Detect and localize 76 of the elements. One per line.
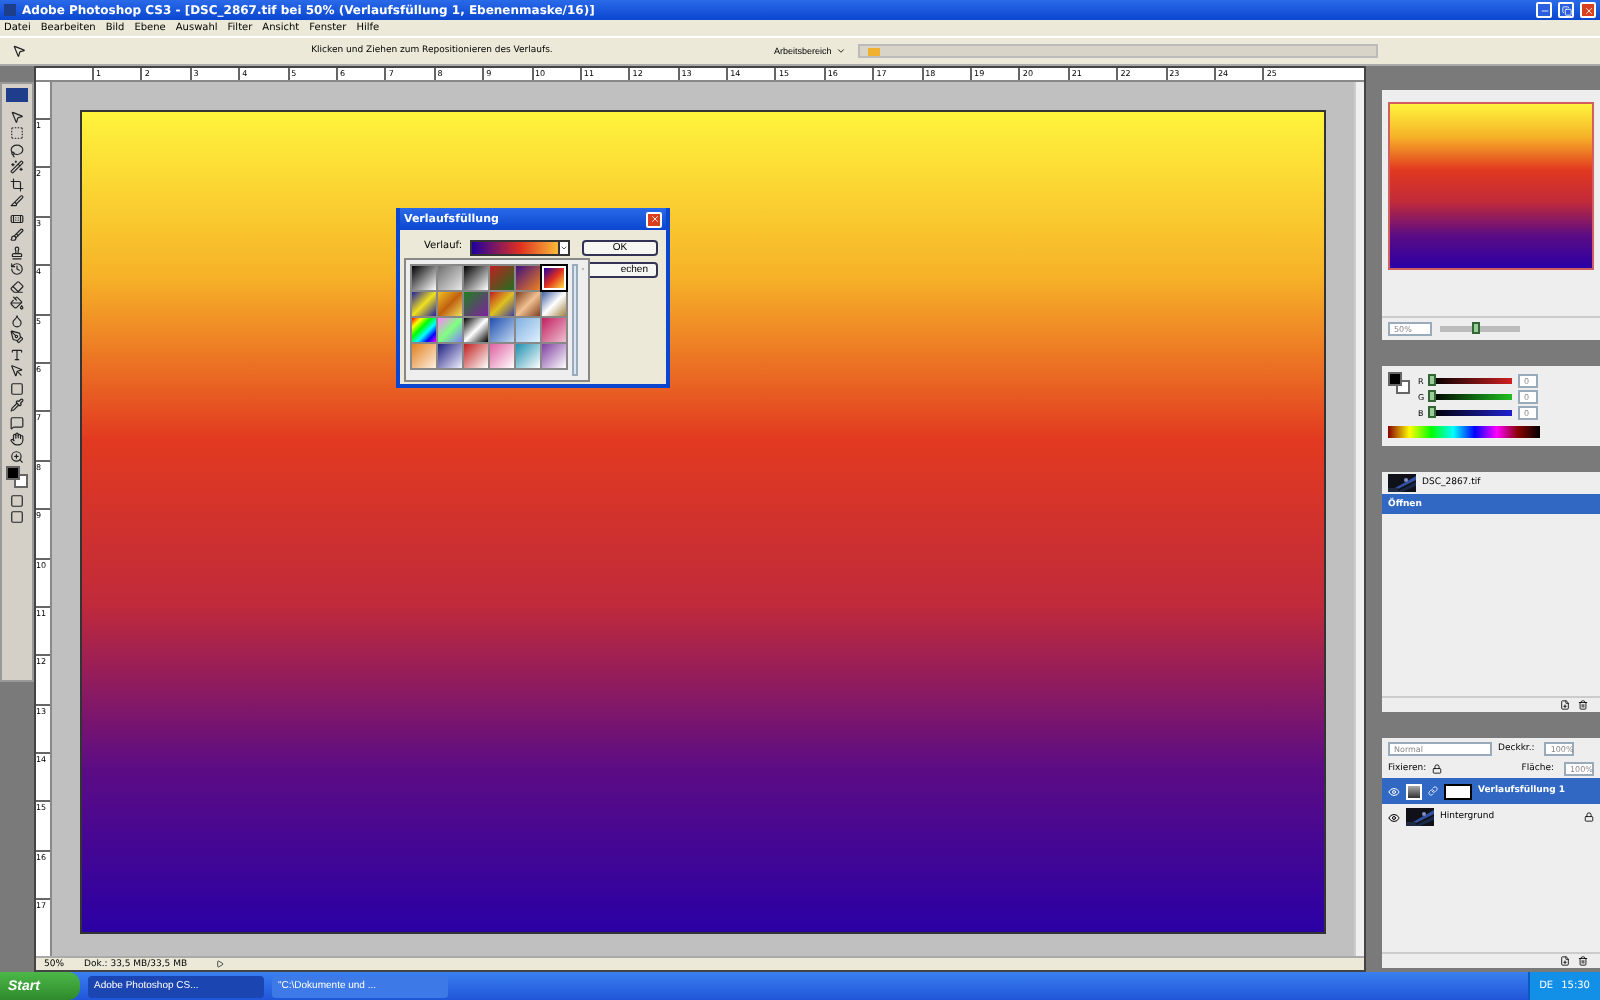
trash-icon[interactable]	[1578, 700, 1588, 710]
gradient-swatch[interactable]	[542, 266, 566, 290]
gradient-swatch[interactable]	[516, 292, 540, 316]
eye-icon[interactable]	[1388, 811, 1400, 823]
gradient-swatch[interactable]	[464, 266, 488, 290]
gradient-swatch[interactable]	[490, 292, 514, 316]
gradient-swatch[interactable]	[516, 344, 540, 368]
play-icon[interactable]	[216, 960, 224, 968]
note-icon[interactable]	[10, 415, 24, 429]
gradient-swatch[interactable]	[464, 344, 488, 368]
stamp-icon[interactable]	[10, 245, 24, 259]
minimize-icon	[1539, 5, 1549, 15]
move-icon[interactable]	[10, 109, 24, 123]
gradient-swatch[interactable]	[412, 292, 436, 316]
gradient-swatch[interactable]	[412, 344, 436, 368]
lock-icon[interactable]	[1432, 763, 1443, 773]
color-swatches-icon[interactable]	[5, 466, 29, 490]
paint-bucket-icon[interactable]	[10, 296, 24, 310]
brush-icon[interactable]	[10, 228, 24, 242]
pointer-icon[interactable]	[10, 364, 24, 378]
bandage-icon[interactable]	[10, 211, 24, 225]
screen-mode-icon[interactable]	[10, 510, 24, 524]
scrollbar[interactable]	[572, 264, 578, 376]
history-brush-icon[interactable]	[10, 262, 24, 276]
caret-icon	[835, 46, 846, 56]
link-icon[interactable]	[1428, 786, 1438, 796]
zoom-icon[interactable]	[10, 449, 24, 463]
hand-icon[interactable]	[10, 432, 24, 446]
move-icon[interactable]	[12, 44, 26, 58]
new-layer-icon[interactable]	[1560, 956, 1570, 966]
slice-icon[interactable]	[10, 194, 24, 208]
gradient-swatch[interactable]	[412, 266, 436, 290]
type-icon[interactable]	[10, 347, 24, 361]
zoom-slider-thumb[interactable]	[1472, 322, 1480, 334]
gradient-swatch[interactable]	[490, 266, 514, 290]
gradient-swatch[interactable]	[542, 292, 566, 316]
gradient-picker[interactable]	[470, 240, 571, 256]
minimize-button[interactable]	[1536, 2, 1552, 18]
gradient-swatch[interactable]	[490, 318, 514, 342]
gradient-swatch[interactable]	[542, 318, 566, 342]
gradient-swatch[interactable]	[542, 344, 566, 368]
gradient-swatch[interactable]	[438, 292, 462, 316]
marquee-icon[interactable]	[10, 126, 24, 140]
new-icon[interactable]	[1560, 700, 1570, 710]
close-button[interactable]	[646, 211, 662, 227]
magic-wand-icon[interactable]	[10, 160, 24, 174]
color-ramp[interactable]	[1388, 426, 1540, 438]
droplet-icon[interactable]	[10, 313, 24, 327]
gradient-swatch[interactable]	[516, 266, 540, 290]
eyedropper-icon[interactable]	[10, 398, 24, 412]
channel-slider-thumb[interactable]	[1428, 389, 1436, 401]
crop-icon[interactable]	[10, 177, 24, 191]
gradient-fill-icon	[1406, 783, 1422, 799]
close-button[interactable]	[1580, 2, 1596, 18]
channel-slider-thumb[interactable]	[1428, 405, 1436, 417]
lasso-icon[interactable]	[10, 143, 24, 157]
quick-mask-icon[interactable]	[10, 493, 24, 507]
restore-icon	[1561, 5, 1571, 15]
gradient-swatch[interactable]	[438, 344, 462, 368]
gradient-swatch[interactable]	[516, 318, 540, 342]
gradient-swatch[interactable]	[412, 318, 436, 342]
gradient-swatch[interactable]	[464, 318, 488, 342]
trash-icon[interactable]	[1578, 956, 1588, 966]
folder-icon	[867, 47, 880, 55]
color-swatches-icon[interactable]	[1388, 372, 1412, 396]
layer-mask-thumbnail	[1444, 783, 1472, 799]
channel-slider-thumb[interactable]	[1428, 373, 1436, 385]
gradient-swatch[interactable]	[464, 292, 488, 316]
rectangle-icon[interactable]	[10, 381, 24, 395]
gradient-swatch[interactable]	[490, 344, 514, 368]
eraser-icon[interactable]	[10, 279, 24, 293]
gradient-swatch[interactable]	[438, 318, 462, 342]
app-icon	[4, 4, 16, 16]
gradient-swatch[interactable]	[438, 266, 462, 290]
restore-button[interactable]	[1558, 2, 1574, 18]
pen-icon[interactable]	[10, 330, 24, 344]
